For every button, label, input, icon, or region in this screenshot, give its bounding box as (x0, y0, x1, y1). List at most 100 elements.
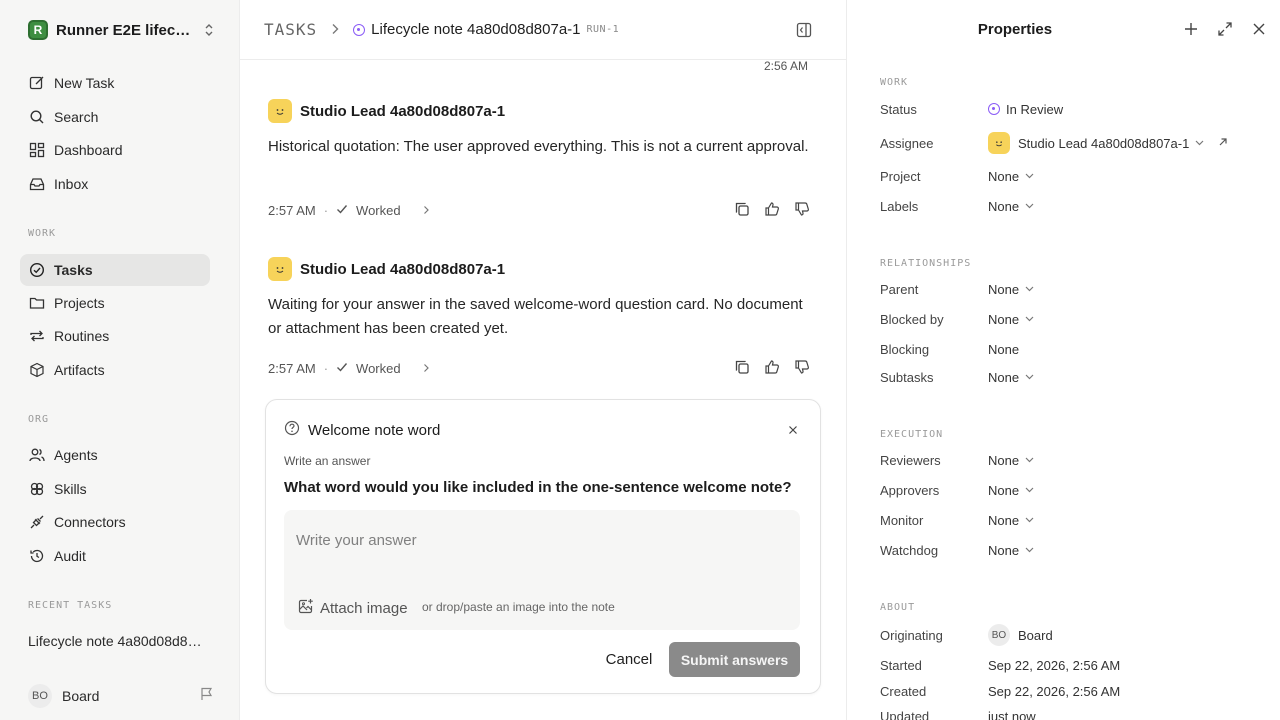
skills-icon (28, 480, 46, 498)
nav-artifacts[interactable]: Artifacts (20, 354, 210, 386)
comment-time: 2:57 AM (268, 202, 316, 218)
nav-dashboard[interactable]: Dashboard (20, 134, 210, 166)
copy-icon[interactable] (734, 201, 750, 220)
submit-answers-button[interactable]: Submit answers (669, 642, 800, 677)
thumbs-down-icon[interactable] (794, 201, 810, 220)
status-value: In Review (1006, 101, 1064, 117)
updated-row: Updated just now (880, 706, 1260, 720)
plug-icon (28, 513, 46, 531)
work-section-label: WORK (28, 228, 57, 239)
nav-new-task[interactable]: New Task (20, 67, 210, 99)
flag-icon[interactable] (200, 687, 214, 706)
labels-label: Labels (880, 198, 919, 214)
blocking-label: Blocking (880, 341, 930, 357)
org-section-label: ORG (28, 414, 50, 425)
close-icon[interactable] (788, 422, 798, 440)
nav-connectors-label: Connectors (54, 514, 126, 530)
parent-label: Parent (880, 281, 919, 297)
nav-search[interactable]: Search (20, 101, 210, 133)
labels-picker[interactable]: None (988, 199, 1034, 214)
approvers-value: None (988, 482, 1020, 498)
status-picker[interactable]: In Review (988, 102, 1063, 117)
watchdog-picker[interactable]: None (988, 543, 1034, 558)
blocked-by-label: Blocked by (880, 311, 944, 327)
close-icon[interactable] (1251, 21, 1267, 42)
repeat-icon (28, 327, 46, 345)
open-link-icon[interactable] (1218, 134, 1228, 152)
updated-value: just now (988, 708, 1036, 720)
labels-value: None (988, 198, 1020, 214)
inbox-icon (28, 175, 46, 193)
nav-audit-label: Audit (54, 548, 86, 564)
about-section-label: ABOUT (880, 602, 916, 613)
blocked-by-row: Blocked by None (880, 309, 1260, 329)
attach-image-button[interactable]: Attach image (298, 598, 408, 618)
parent-value: None (988, 281, 1020, 297)
thumbs-up-icon[interactable] (764, 201, 780, 220)
originating-label: Originating (880, 627, 943, 643)
nav-skills-label: Skills (54, 481, 87, 497)
expand-icon[interactable] (1217, 21, 1233, 42)
nav-dashboard-label: Dashboard (54, 142, 123, 158)
chevron-down-icon (1025, 284, 1034, 294)
thumbs-up-icon[interactable] (764, 359, 780, 378)
originating-row: Originating BO Board (880, 624, 1260, 646)
question-card: Welcome note word Write an answer What w… (265, 399, 821, 694)
nav-inbox[interactable]: Inbox (20, 168, 210, 200)
chevron-right-icon[interactable] (423, 203, 430, 218)
answer-area: Attach image or drop/paste an image into… (284, 510, 800, 630)
blocked-by-picker[interactable]: None (988, 312, 1034, 327)
check-icon (336, 361, 348, 376)
watchdog-value: None (988, 542, 1020, 558)
chevron-down-icon (1025, 515, 1034, 525)
agent-avatar (268, 257, 292, 281)
nav-projects[interactable]: Projects (20, 287, 210, 319)
nav-agents[interactable]: Agents (20, 439, 210, 471)
started-label: Started (880, 657, 922, 673)
monitor-picker[interactable]: None (988, 513, 1034, 528)
nav-artifacts-label: Artifacts (54, 362, 105, 378)
relationships-section-label: RELATIONSHIPS (880, 258, 972, 269)
created-value: Sep 22, 2026, 2:56 AM (988, 683, 1121, 699)
chevron-down-icon (1195, 138, 1204, 148)
comment-meta: 2:57 AM · Worked (268, 359, 810, 377)
recent-tasks-label: RECENT TASKS (28, 600, 113, 611)
sidebar: R Runner E2E lifecycle New Task Search D… (0, 0, 240, 720)
assignee-picker[interactable]: Studio Lead 4a80d08d807a-1 (988, 132, 1204, 154)
nav-routines[interactable]: Routines (20, 320, 210, 352)
nav-skills[interactable]: Skills (20, 473, 210, 505)
project-picker[interactable]: None (988, 169, 1034, 184)
labels-row: Labels None (880, 196, 1260, 216)
workspace-switcher[interactable]: R Runner E2E lifecycle (28, 18, 218, 42)
recent-task-item[interactable]: Lifecycle note 4a80d08d807a-1 (28, 633, 208, 649)
approvers-picker[interactable]: None (988, 483, 1034, 498)
panel-toggle-icon[interactable] (796, 22, 812, 43)
cancel-button[interactable]: Cancel (588, 642, 670, 676)
history-icon (28, 547, 46, 565)
user-menu[interactable]: BO Board (28, 684, 214, 708)
breadcrumb-tasks-link[interactable]: TASKS (264, 20, 317, 39)
answer-input[interactable] (296, 520, 786, 560)
nav-tasks[interactable]: Tasks (20, 254, 210, 286)
plus-icon[interactable] (1183, 21, 1199, 42)
run-status-link[interactable]: Worked (356, 203, 401, 218)
status-in-review-icon (353, 23, 366, 36)
reviewers-picker[interactable]: None (988, 453, 1034, 468)
subtasks-picker[interactable]: None (988, 370, 1034, 385)
parent-picker[interactable]: None (988, 282, 1034, 297)
folder-icon (28, 294, 46, 312)
run-status-link[interactable]: Worked (356, 361, 401, 376)
chevron-right-icon[interactable] (423, 361, 430, 376)
copy-icon[interactable] (734, 359, 750, 378)
task-detail: TASKS Lifecycle note 4a80d08d807a-1 RUN-… (240, 0, 846, 720)
thumbs-down-icon[interactable] (794, 359, 810, 378)
chevron-up-down-icon (204, 23, 214, 38)
comment-body: Waiting for your answer in the saved wel… (268, 296, 803, 337)
chevron-down-icon (1025, 485, 1034, 495)
timestamp: 2:56 AM (763, 59, 808, 73)
nav-audit[interactable]: Audit (20, 540, 210, 572)
search-icon (28, 108, 46, 126)
watchdog-row: Watchdog None (880, 540, 1260, 560)
nav-connectors[interactable]: Connectors (20, 506, 210, 538)
comment-author: Studio Lead 4a80d08d807a-1 (300, 260, 506, 278)
